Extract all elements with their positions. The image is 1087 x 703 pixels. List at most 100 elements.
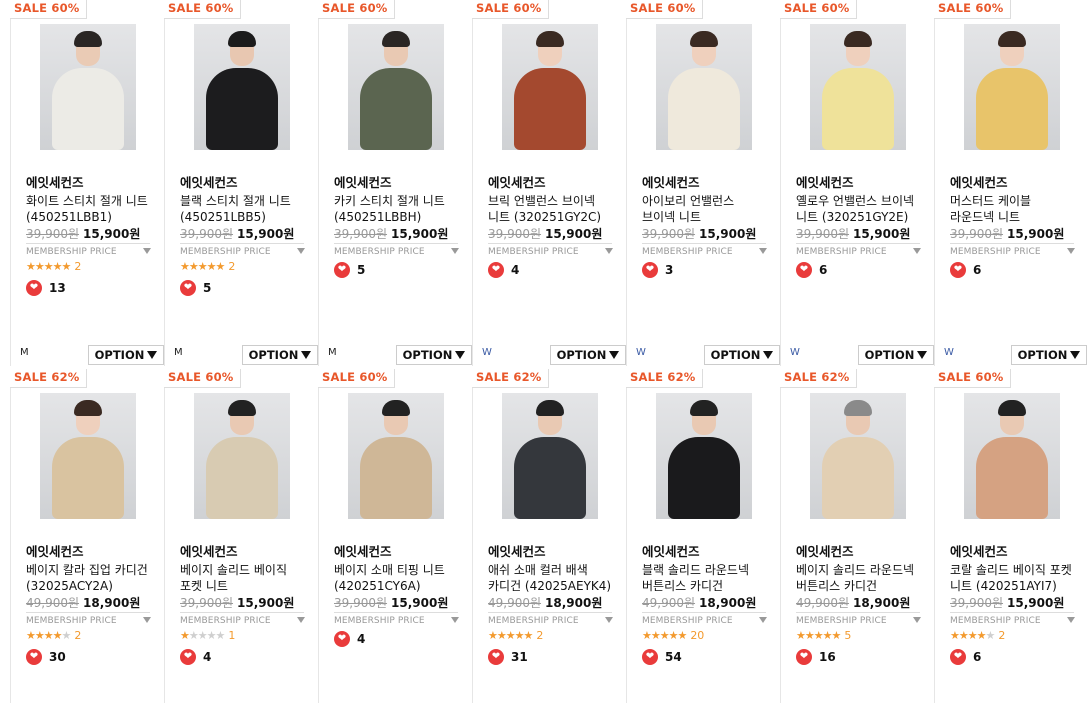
product-card[interactable]: SALE 60% 에잇세컨즈 블랙 스티치 절개 니트 (450251LBB5) 39… bbox=[164, 0, 318, 366]
product-image[interactable] bbox=[194, 393, 290, 519]
like-count[interactable]: ❤ 31 bbox=[488, 649, 528, 665]
product-image[interactable] bbox=[810, 24, 906, 150]
product-image[interactable] bbox=[502, 24, 598, 150]
brand-name[interactable]: 에잇세컨즈 bbox=[950, 541, 1008, 560]
product-image[interactable] bbox=[348, 393, 444, 519]
like-count[interactable]: ❤ 4 bbox=[488, 262, 519, 278]
heart-icon[interactable]: ❤ bbox=[950, 649, 966, 665]
like-count[interactable]: ❤ 4 bbox=[180, 649, 211, 665]
product-card[interactable]: SALE 62% 에잇세컨즈 베이지 칼라 집업 카디건 (32025ACY2A) 4… bbox=[10, 369, 164, 703]
product-image[interactable] bbox=[964, 393, 1060, 519]
membership-price-toggle[interactable]: MEMBERSHIP PRICE bbox=[488, 243, 613, 257]
option-button[interactable]: OPTION bbox=[88, 345, 164, 365]
product-name[interactable]: 베이지 칼라 집업 카디건 (32025ACY2A) bbox=[26, 562, 154, 594]
brand-name[interactable]: 에잇세컨즈 bbox=[334, 541, 392, 560]
product-image[interactable] bbox=[194, 24, 290, 150]
membership-price-toggle[interactable]: MEMBERSHIP PRICE bbox=[950, 612, 1075, 626]
product-card[interactable]: SALE 60% 에잇세컨즈 브릭 언밸런스 브이넥 니트 (320251GY2C)… bbox=[472, 0, 626, 366]
like-count[interactable]: ❤ 30 bbox=[26, 649, 66, 665]
brand-name[interactable]: 에잇세컨즈 bbox=[796, 541, 854, 560]
like-count[interactable]: ❤ 6 bbox=[950, 262, 981, 278]
product-card[interactable]: SALE 62% 에잇세컨즈 베이지 솔리드 라운드넥 버튼리스 카디건 49,900… bbox=[780, 369, 934, 703]
heart-icon[interactable]: ❤ bbox=[26, 280, 42, 296]
product-name[interactable]: 아이보리 언밸런스 브이넥 니트 bbox=[642, 193, 770, 225]
product-card[interactable]: SALE 62% 에잇세컨즈 블랙 솔리드 라운드넥 버튼리스 카디건 49,900원… bbox=[626, 369, 780, 703]
product-name[interactable]: 베이지 소매 티핑 니트 (420251CY6A) bbox=[334, 562, 462, 594]
heart-icon[interactable]: ❤ bbox=[950, 262, 966, 278]
option-button[interactable]: OPTION bbox=[704, 345, 780, 365]
brand-name[interactable]: 에잇세컨즈 bbox=[950, 172, 1008, 191]
product-name[interactable]: 베이지 솔리드 베이직 포켓 니트 bbox=[180, 562, 308, 594]
product-image[interactable] bbox=[656, 24, 752, 150]
product-name[interactable]: 블랙 스티치 절개 니트 (450251LBB5) bbox=[180, 193, 308, 225]
product-name[interactable]: 브릭 언밸런스 브이넥 니트 (320251GY2C) bbox=[488, 193, 616, 225]
membership-price-toggle[interactable]: MEMBERSHIP PRICE bbox=[796, 243, 921, 257]
product-card[interactable]: SALE 60% 에잇세컨즈 화이트 스티치 절개 니트 (450251LBB1) 3… bbox=[10, 0, 164, 366]
heart-icon[interactable]: ❤ bbox=[180, 280, 196, 296]
option-button[interactable]: OPTION bbox=[1011, 345, 1087, 365]
product-name[interactable]: 코랄 솔리드 베이직 포켓 니트 (420251AYI7) bbox=[950, 562, 1078, 594]
product-name[interactable]: 화이트 스티치 절개 니트 (450251LBB1) bbox=[26, 193, 154, 225]
brand-name[interactable]: 에잇세컨즈 bbox=[334, 172, 392, 191]
membership-price-toggle[interactable]: MEMBERSHIP PRICE bbox=[26, 243, 151, 257]
option-button[interactable]: OPTION bbox=[550, 345, 626, 365]
product-name[interactable]: 머스터드 케이블 라운드넥 니트 bbox=[950, 193, 1078, 225]
brand-name[interactable]: 에잇세컨즈 bbox=[26, 172, 84, 191]
product-image[interactable] bbox=[964, 24, 1060, 150]
product-image[interactable] bbox=[656, 393, 752, 519]
brand-name[interactable]: 에잇세컨즈 bbox=[180, 172, 238, 191]
product-image[interactable] bbox=[40, 393, 136, 519]
like-count[interactable]: ❤ 5 bbox=[180, 280, 211, 296]
option-button[interactable]: OPTION bbox=[858, 345, 934, 365]
product-name[interactable]: 옐로우 언밸런스 브이넥 니트 (320251GY2E) bbox=[796, 193, 924, 225]
brand-name[interactable]: 에잇세컨즈 bbox=[488, 541, 546, 560]
heart-icon[interactable]: ❤ bbox=[796, 649, 812, 665]
membership-price-toggle[interactable]: MEMBERSHIP PRICE bbox=[488, 612, 613, 626]
product-card[interactable]: SALE 60% 에잇세컨즈 코랄 솔리드 베이직 포켓 니트 (420251AYI… bbox=[934, 369, 1087, 703]
heart-icon[interactable]: ❤ bbox=[488, 649, 504, 665]
heart-icon[interactable]: ❤ bbox=[26, 649, 42, 665]
like-count[interactable]: ❤ 3 bbox=[642, 262, 673, 278]
product-card[interactable]: SALE 60% 에잇세컨즈 카키 스티치 절개 니트 (450251LBBH) 39… bbox=[318, 0, 472, 366]
product-card[interactable]: SALE 60% 에잇세컨즈 머스터드 케이블 라운드넥 니트 39,900원 15,9… bbox=[934, 0, 1087, 366]
like-count[interactable]: ❤ 16 bbox=[796, 649, 836, 665]
like-count[interactable]: ❤ 6 bbox=[796, 262, 827, 278]
membership-price-toggle[interactable]: MEMBERSHIP PRICE bbox=[180, 612, 305, 626]
product-image[interactable] bbox=[502, 393, 598, 519]
product-image[interactable] bbox=[348, 24, 444, 150]
product-card[interactable]: SALE 60% 에잇세컨즈 아이보리 언밸런스 브이넥 니트 39,900원 15,9… bbox=[626, 0, 780, 366]
heart-icon[interactable]: ❤ bbox=[488, 262, 504, 278]
product-card[interactable]: SALE 60% 에잇세컨즈 옐로우 언밸런스 브이넥 니트 (320251GY2E… bbox=[780, 0, 934, 366]
product-name[interactable]: 애쉬 소매 컬러 배색 카디건 (42025AEYK4) bbox=[488, 562, 616, 594]
membership-price-toggle[interactable]: MEMBERSHIP PRICE bbox=[642, 612, 767, 626]
heart-icon[interactable]: ❤ bbox=[334, 631, 350, 647]
product-name[interactable]: 블랙 솔리드 라운드넥 버튼리스 카디건 bbox=[642, 562, 770, 594]
brand-name[interactable]: 에잇세컨즈 bbox=[488, 172, 546, 191]
option-button[interactable]: OPTION bbox=[396, 345, 472, 365]
product-name[interactable]: 베이지 솔리드 라운드넥 버튼리스 카디건 bbox=[796, 562, 924, 594]
like-count[interactable]: ❤ 13 bbox=[26, 280, 66, 296]
membership-price-toggle[interactable]: MEMBERSHIP PRICE bbox=[334, 612, 459, 626]
membership-price-toggle[interactable]: MEMBERSHIP PRICE bbox=[796, 612, 921, 626]
product-image[interactable] bbox=[40, 24, 136, 150]
like-count[interactable]: ❤ 54 bbox=[642, 649, 682, 665]
like-count[interactable]: ❤ 5 bbox=[334, 262, 365, 278]
product-card[interactable]: SALE 62% 에잇세컨즈 애쉬 소매 컬러 배색 카디건 (42025AEYK4… bbox=[472, 369, 626, 703]
like-count[interactable]: ❤ 6 bbox=[950, 649, 981, 665]
like-count[interactable]: ❤ 4 bbox=[334, 631, 365, 647]
heart-icon[interactable]: ❤ bbox=[796, 262, 812, 278]
membership-price-toggle[interactable]: MEMBERSHIP PRICE bbox=[180, 243, 305, 257]
brand-name[interactable]: 에잇세컨즈 bbox=[642, 172, 700, 191]
membership-price-toggle[interactable]: MEMBERSHIP PRICE bbox=[950, 243, 1075, 257]
heart-icon[interactable]: ❤ bbox=[334, 262, 350, 278]
option-button[interactable]: OPTION bbox=[242, 345, 318, 365]
brand-name[interactable]: 에잇세컨즈 bbox=[642, 541, 700, 560]
heart-icon[interactable]: ❤ bbox=[180, 649, 196, 665]
membership-price-toggle[interactable]: MEMBERSHIP PRICE bbox=[26, 612, 151, 626]
brand-name[interactable]: 에잇세컨즈 bbox=[180, 541, 238, 560]
brand-name[interactable]: 에잇세컨즈 bbox=[796, 172, 854, 191]
product-card[interactable]: SALE 60% 에잇세컨즈 베이지 소매 티핑 니트 (420251CY6A) 39… bbox=[318, 369, 472, 703]
membership-price-toggle[interactable]: MEMBERSHIP PRICE bbox=[334, 243, 459, 257]
membership-price-toggle[interactable]: MEMBERSHIP PRICE bbox=[642, 243, 767, 257]
brand-name[interactable]: 에잇세컨즈 bbox=[26, 541, 84, 560]
